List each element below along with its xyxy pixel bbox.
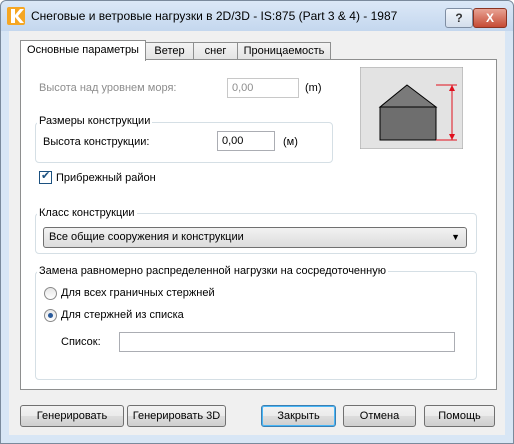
close-button[interactable]: Закрыть [261,405,336,427]
dialog-client: Основные параметры Ветер снег Проницаемо… [9,31,505,435]
dimensions-group-title: Размеры конструкции [37,115,153,127]
cancel-button[interactable]: Отмена [343,405,416,427]
load-replacement-group-title: Замена равномерно распределенной нагрузк… [37,265,388,277]
all-boundary-bars-radio[interactable] [44,287,57,300]
window-title: Снеговые и ветровые нагрузки в 2D/3D - I… [31,9,398,23]
generate-3d-button[interactable]: Генерировать 3D [127,405,226,427]
structure-class-select[interactable]: Все общие сооружения и конструкции ▼ [43,227,467,248]
altitude-input[interactable]: 0,00 [227,78,299,98]
close-window-button[interactable]: X [473,8,507,28]
tab-wind[interactable]: Ветер [145,42,194,60]
structure-class-group-title: Класс конструкции [37,207,137,219]
dialog-window: Снеговые и ветровые нагрузки в 2D/3D - I… [0,0,514,444]
bars-from-list-radio[interactable] [44,309,57,322]
tab-permeability[interactable]: Проницаемость [237,42,331,60]
altitude-unit: (m) [305,82,322,94]
tab-snow[interactable]: снег [193,42,238,60]
checkmark-icon: ✔ [41,170,51,182]
coastal-area-label[interactable]: Прибрежный район [56,172,156,184]
dropdown-arrow-icon: ▼ [451,232,460,242]
bars-from-list-label[interactable]: Для стержней из списка [61,309,184,321]
structure-height-label: Высота конструкции: [43,136,150,148]
title-bar[interactable]: Снеговые и ветровые нагрузки в 2D/3D - I… [1,1,513,31]
tab-panel-basic: Высота над уровнем моря: 0,00 (m) Размер… [20,59,497,390]
tab-basic-parameters[interactable]: Основные параметры [20,40,146,61]
structure-class-selected: Все общие сооружения и конструкции [49,231,244,243]
structure-height-input[interactable]: 0,00 [217,131,275,151]
coastal-area-checkbox[interactable]: ✔ [39,170,52,184]
generate-button[interactable]: Генерировать [20,405,124,427]
structure-height-unit: (м) [283,136,298,148]
help-title-button[interactable]: ? [445,8,473,28]
bar-list-input[interactable] [119,332,455,352]
help-button[interactable]: Помощь [424,405,495,427]
list-label: Список: [61,336,101,348]
app-logo-icon [7,7,25,25]
altitude-label: Высота над уровнем моря: [39,82,177,94]
building-dimension-preview [360,67,463,149]
all-boundary-bars-label[interactable]: Для всех граничных стержней [61,287,215,299]
